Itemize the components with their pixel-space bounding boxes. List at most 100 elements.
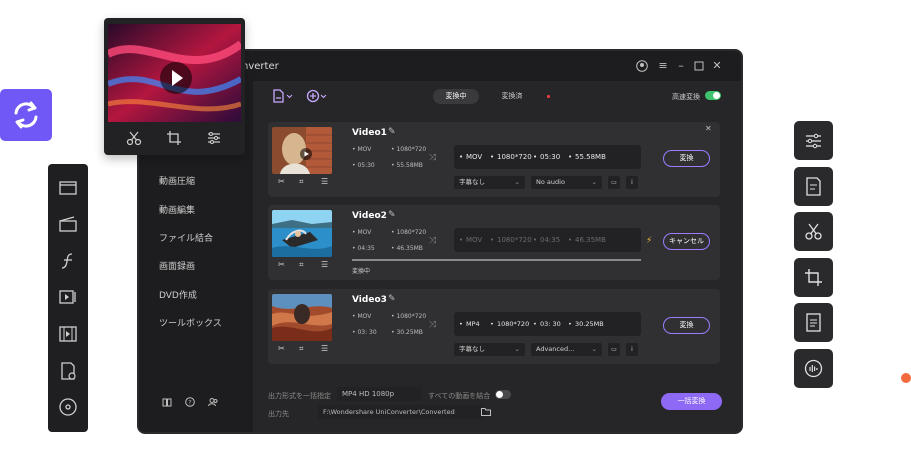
video2-tools: ✂ ⌗ ☰ (272, 260, 334, 272)
subtitle-button[interactable] (794, 303, 833, 342)
crop-icon (805, 269, 822, 286)
sidebar-item-compress[interactable]: 動画圧縮 (159, 174, 195, 187)
close-icon[interactable]: ✕ (711, 60, 723, 72)
help-icon[interactable]: ? (185, 397, 195, 407)
sidebar-item-merge[interactable]: ファイル結合 (159, 231, 213, 244)
video1-src-size: • 55.58MB (391, 162, 423, 169)
subtitle-dropdown[interactable]: 字幕なし ⌄ (454, 176, 525, 189)
video2-thumbnail[interactable] (272, 210, 332, 257)
settings-list-icon[interactable]: ☰ (321, 344, 328, 353)
chevron-down-icon: ⌄ (514, 178, 520, 186)
crop-button[interactable] (794, 258, 833, 297)
notification-dot (547, 95, 550, 98)
audio-button[interactable] (794, 349, 833, 388)
file-add-icon[interactable] (58, 361, 78, 381)
subtitle-edit-icon[interactable]: ▭ (608, 176, 620, 189)
book-icon[interactable] (162, 397, 172, 407)
trim-button[interactable] (794, 212, 833, 251)
watermark-button[interactable] (794, 167, 833, 206)
cancel-button[interactable]: キャンセル (663, 233, 710, 250)
destination-path[interactable]: F:\Wondershare UniConverter\Converted (318, 405, 485, 419)
info-icon[interactable]: i (626, 176, 638, 189)
audio-dropdown[interactable]: Advanced... ⌄ (531, 343, 602, 356)
chevron-down-icon: ⌄ (591, 345, 597, 353)
add-file-icon[interactable] (272, 89, 294, 103)
sidebar-item-edit[interactable]: 動画編集 (159, 203, 195, 216)
crop-icon[interactable]: ⌗ (299, 260, 304, 270)
crop-icon[interactable]: ⌗ (299, 177, 304, 187)
video2-output-settings[interactable]: •MOV •1080*720 •04:35 •46.35MB ⚙ (454, 228, 641, 252)
cut-icon[interactable]: ✂ (278, 177, 285, 186)
video3-src-size: • 30.25MB (391, 329, 423, 336)
preview-cut-icon[interactable] (126, 130, 142, 146)
video-card-3: ✂ ⌗ ☰ Video3 ✎ • MOV • 1080*720 • 03: 30… (268, 289, 720, 364)
convert-button-3[interactable]: 変換 (663, 317, 710, 334)
cut-icon[interactable]: ✂ (278, 260, 285, 269)
video3-thumbnail[interactable] (272, 294, 332, 341)
tab-converting[interactable]: 変換中 (433, 89, 479, 104)
sliders-icon (806, 133, 821, 149)
menu-icon[interactable]: ≡ (657, 60, 669, 72)
video1-src-res: • 1080*720 (391, 146, 427, 153)
settings-list-icon[interactable]: ☰ (321, 177, 328, 186)
decorative-dot (901, 373, 911, 383)
screen-play-icon[interactable] (58, 287, 78, 307)
shuffle-icon: ⤨ (429, 236, 437, 246)
clapper-icon[interactable] (58, 214, 78, 234)
left-tool-rail (48, 164, 88, 432)
video3-output-settings[interactable]: •MP4 •1080*720 •03: 30 •30.25MB ⚙ (454, 312, 641, 336)
audio-dropdown[interactable]: No audio ⌄ (531, 176, 602, 189)
film-strip-icon[interactable] (58, 324, 78, 344)
video-card-1: ✂ ⌗ ☰ Video1 ✎ • MOV • 1080*720 • 05:30 … (268, 122, 720, 197)
remove-icon[interactable]: ✕ (705, 124, 712, 133)
subtitle-dropdown[interactable]: 字幕なし ⌄ (454, 343, 525, 356)
chevron-down-icon: ⌄ (591, 178, 597, 186)
info-icon[interactable]: i (626, 343, 638, 356)
crop-icon[interactable]: ⌗ (299, 344, 304, 354)
account-icon[interactable] (636, 60, 648, 72)
sidebar-item-record[interactable]: 画面録画 (159, 259, 195, 272)
disc-icon[interactable] (58, 397, 78, 417)
video1-output-settings[interactable]: •MOV •1080*720 •05:30 •55.58MB ⚙ (454, 145, 641, 169)
video2-status: 変換中 (352, 268, 371, 275)
video-file-icon[interactable] (58, 178, 78, 198)
video-card-2: ✂ ⌗ ☰ Video2 ✎ • MOV • 1080*720 • 04:35 … (268, 205, 720, 280)
highspeed-toggle[interactable] (705, 91, 721, 100)
folder-icon[interactable] (481, 407, 491, 416)
tab-converted[interactable]: 変換済 (489, 89, 535, 104)
rename-icon[interactable]: ✎ (388, 294, 396, 304)
output-format-select[interactable]: MP4 HD 1080p (337, 387, 421, 401)
effects-icon[interactable] (58, 251, 78, 271)
video1-thumbnail[interactable] (272, 127, 332, 174)
rename-icon[interactable]: ✎ (388, 127, 396, 137)
video2-src-format: • MOV (352, 229, 372, 236)
sync-icon (14, 101, 38, 129)
window-title: nverter (242, 61, 279, 72)
preview-adjust-icon[interactable] (206, 130, 222, 146)
settings-list-icon[interactable]: ☰ (321, 260, 328, 269)
batch-convert-button[interactable]: 一括変換 (661, 393, 722, 410)
shuffle-icon: ⤨ (429, 153, 437, 163)
sidebar-item-toolbox[interactable]: ツールボックス (159, 316, 222, 329)
minimize-icon[interactable]: – (675, 60, 687, 72)
users-icon[interactable] (208, 397, 218, 407)
adjust-button[interactable] (794, 121, 833, 160)
rename-icon[interactable]: ✎ (388, 210, 396, 220)
preview-crop-icon[interactable] (166, 130, 182, 146)
maximize-icon[interactable] (693, 60, 705, 72)
svg-text:?: ? (188, 400, 191, 407)
highspeed-label: 高速変換 (672, 93, 700, 101)
scissors-icon (805, 223, 822, 240)
merge-toggle[interactable] (495, 390, 511, 399)
subtitle-edit-icon[interactable]: ▭ (608, 343, 620, 356)
video2-src-size: • 46.35MB (391, 245, 423, 252)
cut-icon[interactable]: ✂ (278, 344, 285, 353)
convert-button-1[interactable]: 変換 (663, 150, 710, 167)
sync-button[interactable] (0, 89, 52, 141)
output-format-label: 出力形式を一括指定 (268, 392, 331, 400)
preview-image[interactable] (108, 24, 241, 122)
video2-src-res: • 1080*720 (391, 229, 427, 236)
audio-wave-icon (804, 359, 823, 378)
add-media-icon[interactable] (306, 89, 328, 103)
sidebar-item-dvd[interactable]: DVD作成 (159, 288, 197, 301)
